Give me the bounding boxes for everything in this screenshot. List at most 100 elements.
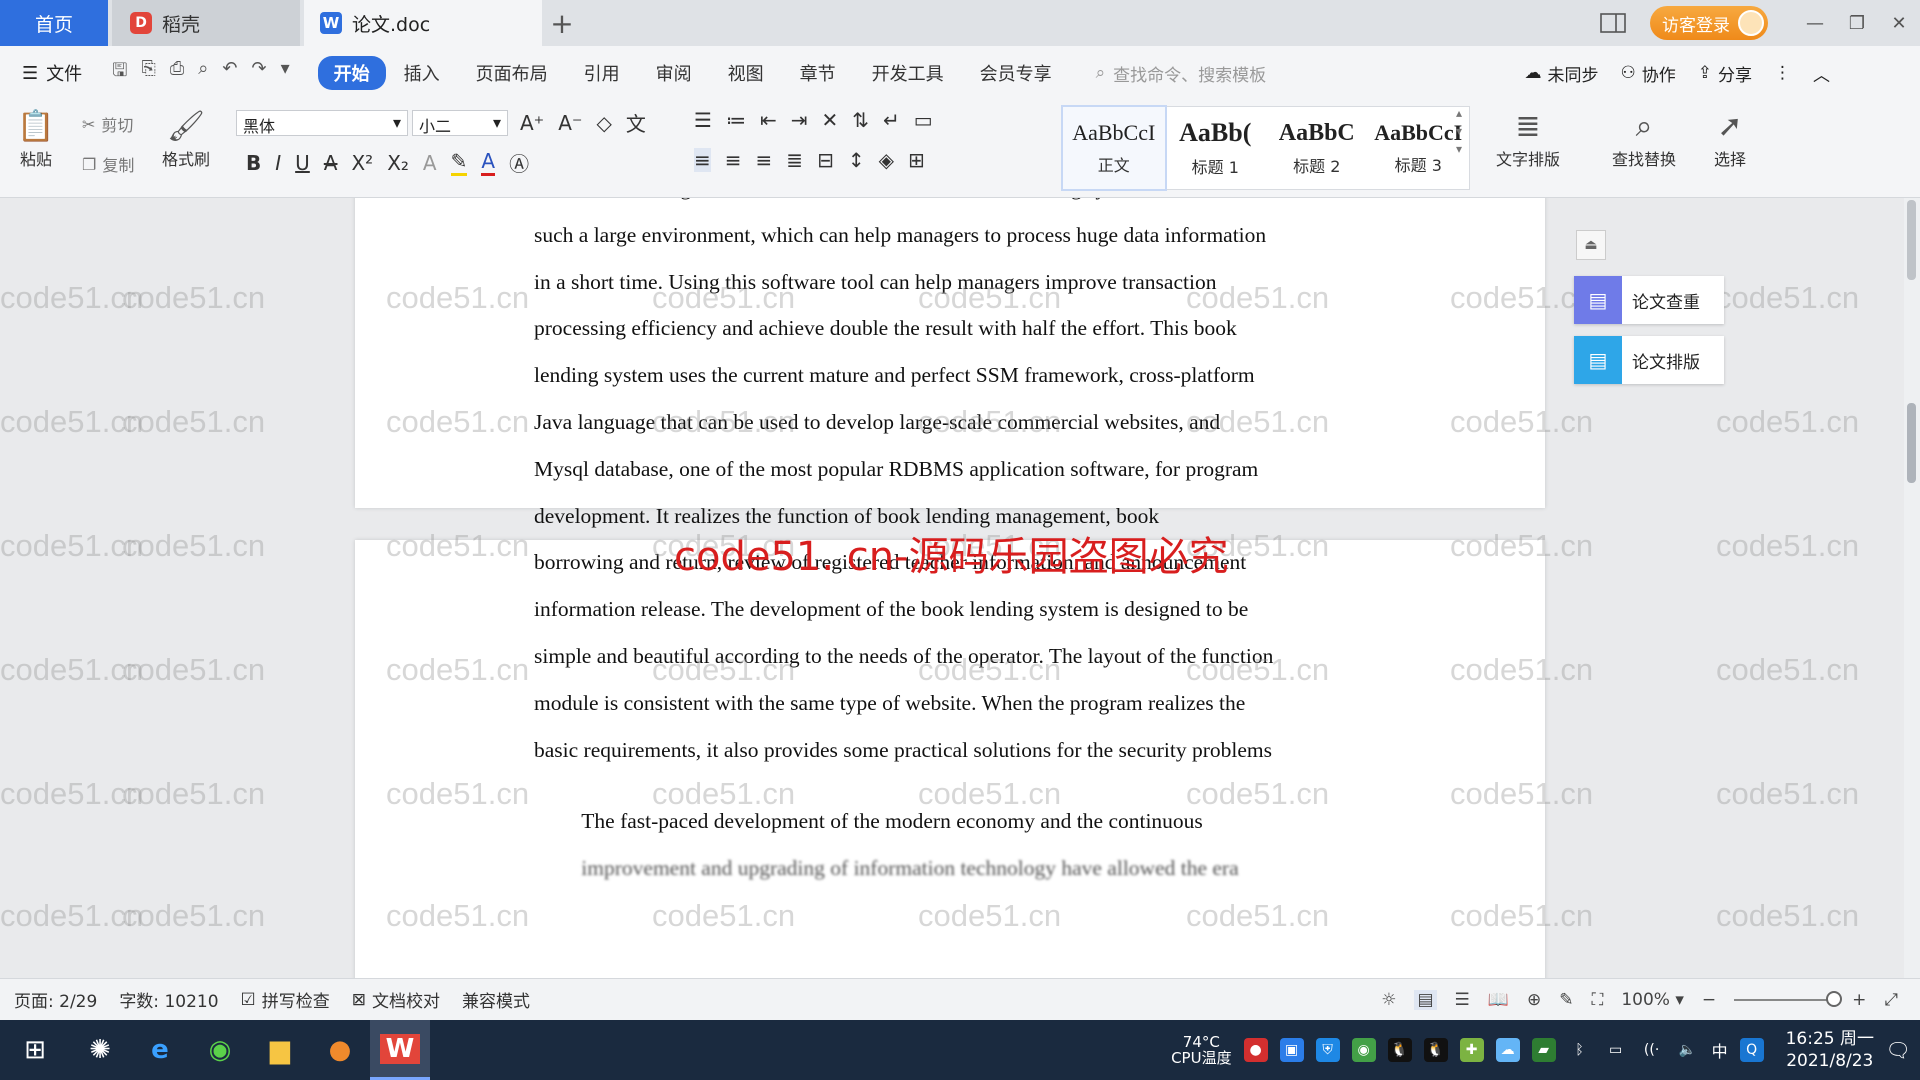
tray-plus-icon[interactable]: ✚ <box>1459 1038 1484 1062</box>
strikethrough-icon[interactable]: A <box>324 151 338 175</box>
font-size-select[interactable]: 小二 ▾ <box>412 110 508 136</box>
phonetic-icon[interactable]: 文 <box>626 108 646 137</box>
sync-status-button[interactable]: ☁ 未同步 <box>1525 61 1599 86</box>
vertical-scrollbar[interactable] <box>1904 198 1920 978</box>
line-spacing-icon[interactable]: ↕ <box>848 148 865 172</box>
reading-view-icon[interactable]: 📖 <box>1488 990 1509 1010</box>
taskbar-app-mascot[interactable]: ● <box>310 1020 370 1080</box>
shrink-font-icon[interactable]: A⁻ <box>558 111 582 135</box>
paper-check-button[interactable]: ▤ 论文查重 <box>1574 276 1724 324</box>
tab-document[interactable]: W 论文.doc <box>304 0 542 46</box>
word-count[interactable]: 字数: 10210 <box>119 987 218 1012</box>
style-heading-1[interactable]: AaBb( 标题 1 <box>1165 107 1267 189</box>
tab-references[interactable]: 引用 <box>566 60 638 86</box>
justify-icon[interactable]: ≣ <box>786 148 803 172</box>
outline-view-icon[interactable]: ☰ <box>1455 990 1470 1010</box>
notification-icon[interactable]: 🗨 <box>1885 1038 1910 1062</box>
save-icon[interactable]: 🖫 <box>112 58 127 88</box>
bullet-list-icon[interactable]: ☰ <box>694 108 712 132</box>
volume-icon[interactable]: 🔈 <box>1676 1038 1700 1062</box>
new-tab-button[interactable]: + <box>548 0 576 46</box>
tab-review[interactable]: 审阅 <box>638 60 710 86</box>
close-button[interactable]: ✕ <box>1878 0 1920 46</box>
battery-icon[interactable]: ▭ <box>1604 1038 1628 1062</box>
shield-icon[interactable]: ⛨ <box>1315 1038 1340 1062</box>
eye-protection-icon[interactable]: ☼ <box>1381 990 1396 1010</box>
customize-dropdown-icon[interactable]: ▾ <box>281 58 290 88</box>
align-right-icon[interactable]: ≡ <box>756 148 773 172</box>
document-canvas[interactable]: centralized management of data informati… <box>0 198 1920 978</box>
text-effect-icon[interactable]: A <box>423 151 437 175</box>
scrollbar-thumb[interactable] <box>1907 403 1916 483</box>
collapse-ribbon-button[interactable]: ︿ <box>1813 61 1830 86</box>
style-heading-3[interactable]: AaBbCcI 标题 3 <box>1368 107 1470 189</box>
find-replace-button[interactable]: ⌕ 查找替换 <box>1612 106 1676 170</box>
increase-indent-icon[interactable]: ⇥ <box>791 108 808 132</box>
page-view-icon[interactable]: ▤ <box>1414 990 1437 1010</box>
bluetooth-icon[interactable]: ᛒ <box>1568 1038 1592 1062</box>
tab-start[interactable]: 开始 <box>317 56 386 90</box>
char-border-icon[interactable]: Ⓐ <box>509 148 529 177</box>
collaborate-button[interactable]: ⚇ 协作 <box>1621 61 1676 86</box>
paste-button[interactable]: 📋 粘贴 <box>16 106 56 170</box>
page-indicator[interactable]: 页面: 2/29 <box>14 987 97 1012</box>
zoom-in-icon[interactable]: + <box>1852 990 1866 1010</box>
qq-icon[interactable]: 🐧 <box>1387 1038 1412 1062</box>
doc-proof-button[interactable]: ⊠ 文档校对 <box>352 987 440 1013</box>
body-paragraph[interactable]: The fast-paced development of the modern… <box>534 798 1368 958</box>
web-view-icon[interactable]: ⊕ <box>1527 990 1541 1010</box>
wifi-icon[interactable]: ((· <box>1640 1038 1664 1062</box>
share-button[interactable]: ⇪ 分享 <box>1698 61 1752 86</box>
style-normal[interactable]: AaBbCcI 正文 <box>1061 105 1167 191</box>
output-pdf-icon[interactable]: ⎘ <box>141 58 155 88</box>
tab-chapter[interactable]: 章节 <box>782 60 854 86</box>
taskbar-app-fan[interactable]: ✺ <box>70 1020 130 1080</box>
tab-page-layout[interactable]: 页面布局 <box>458 60 566 86</box>
side-panel-collapse-button[interactable]: ⏏ <box>1576 230 1606 260</box>
zoom-slider-knob[interactable] <box>1826 991 1843 1007</box>
tab-member[interactable]: 会员专享 <box>962 60 1070 86</box>
zoom-slider[interactable] <box>1734 991 1843 1007</box>
sort-icon[interactable]: ⇅ <box>852 108 869 132</box>
highlight-icon[interactable]: ✎ <box>450 149 468 176</box>
tab-home[interactable]: 首页 <box>0 0 108 46</box>
tab-daoke[interactable]: D 稻壳 <box>112 0 300 46</box>
underline-icon[interactable]: U <box>295 151 310 175</box>
italic-icon[interactable]: I <box>275 151 281 175</box>
tab-view[interactable]: 视图 <box>710 60 782 86</box>
text-layout-button[interactable]: ≣ 文字排版 <box>1496 106 1560 170</box>
tab-developer[interactable]: 开发工具 <box>854 60 962 86</box>
font-family-select[interactable]: 黑体 ▾ <box>236 110 408 136</box>
guest-login-button[interactable]: 访客登录 <box>1650 6 1768 40</box>
align-left-icon[interactable]: ≡ <box>694 148 711 172</box>
command-search-input[interactable]: ⌕ 查找命令、搜索模板 <box>1096 61 1267 86</box>
print-preview-icon[interactable]: ⌕ <box>198 58 208 88</box>
tab-insert[interactable]: 插入 <box>386 60 458 86</box>
tray-network-app-icon[interactable]: ▣ <box>1279 1038 1304 1062</box>
select-button[interactable]: ➚ 选择 <box>1710 106 1750 170</box>
taskbar-app-wps[interactable]: W <box>370 1020 430 1080</box>
layout-switch-button[interactable] <box>1592 0 1634 46</box>
clock[interactable]: 16:25 周一 2021/8/23 <box>1786 1028 1874 1072</box>
print-icon[interactable]: ⎙ <box>170 58 184 88</box>
file-menu[interactable]: ☰ 文件 <box>22 60 82 86</box>
tray-nvidia-icon[interactable]: ▰ <box>1531 1038 1556 1062</box>
shading-icon[interactable]: ◈ <box>879 148 894 172</box>
chinese-layout-icon[interactable]: ✕ <box>821 108 838 132</box>
format-painter-button[interactable]: 🖌 格式刷 <box>162 106 210 170</box>
taskbar-app-ie[interactable]: e <box>130 1020 190 1080</box>
numbered-list-icon[interactable]: ≔ <box>726 108 746 132</box>
show-marks-icon[interactable]: ↵ <box>883 108 900 132</box>
grow-font-icon[interactable]: A⁺ <box>520 111 544 135</box>
paper-layout-button[interactable]: ▤ 论文排版 <box>1574 336 1724 384</box>
zoom-out-icon[interactable]: − <box>1702 990 1716 1010</box>
copy-button[interactable]: ❐ 复制 <box>82 152 134 176</box>
decrease-indent-icon[interactable]: ⇤ <box>760 108 777 132</box>
more-options-button[interactable]: ⋮ <box>1774 63 1791 83</box>
tray-green-icon[interactable]: ◉ <box>1351 1038 1376 1062</box>
tray-app-icon[interactable]: ● <box>1243 1038 1268 1062</box>
start-button[interactable]: ⊞ <box>0 1020 70 1080</box>
bold-icon[interactable]: B <box>246 151 261 175</box>
fullscreen-icon[interactable]: ⤢ <box>1884 990 1898 1010</box>
subscript-icon[interactable]: X₂ <box>387 151 409 175</box>
